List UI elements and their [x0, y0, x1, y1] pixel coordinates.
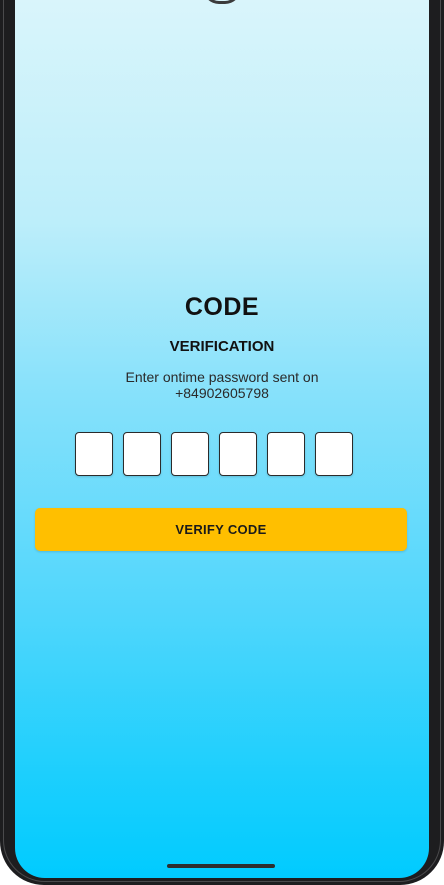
home-indicator[interactable] — [167, 864, 275, 868]
otp-digit-3[interactable] — [171, 432, 209, 476]
otp-digit-5[interactable] — [267, 432, 305, 476]
camera-notch — [203, 0, 241, 4]
page-title: CODE — [184, 293, 260, 321]
phone-number: +84902605798 — [175, 385, 269, 401]
otp-input-row — [75, 432, 353, 476]
page-subtitle: VERIFICATION — [169, 338, 275, 355]
phone-frame: CODE VERIFICATION Enter ontime password … — [0, 0, 444, 885]
otp-digit-6[interactable] — [315, 432, 353, 476]
otp-digit-4[interactable] — [219, 432, 257, 476]
verify-code-button[interactable]: VERIFY CODE — [35, 508, 407, 551]
otp-digit-2[interactable] — [123, 432, 161, 476]
app-screen: CODE VERIFICATION Enter ontime password … — [15, 0, 429, 878]
instruction-text: Enter ontime password sent on +849026057… — [75, 369, 369, 401]
otp-digit-1[interactable] — [75, 432, 113, 476]
instruction-line: Enter ontime password sent on — [125, 369, 319, 385]
